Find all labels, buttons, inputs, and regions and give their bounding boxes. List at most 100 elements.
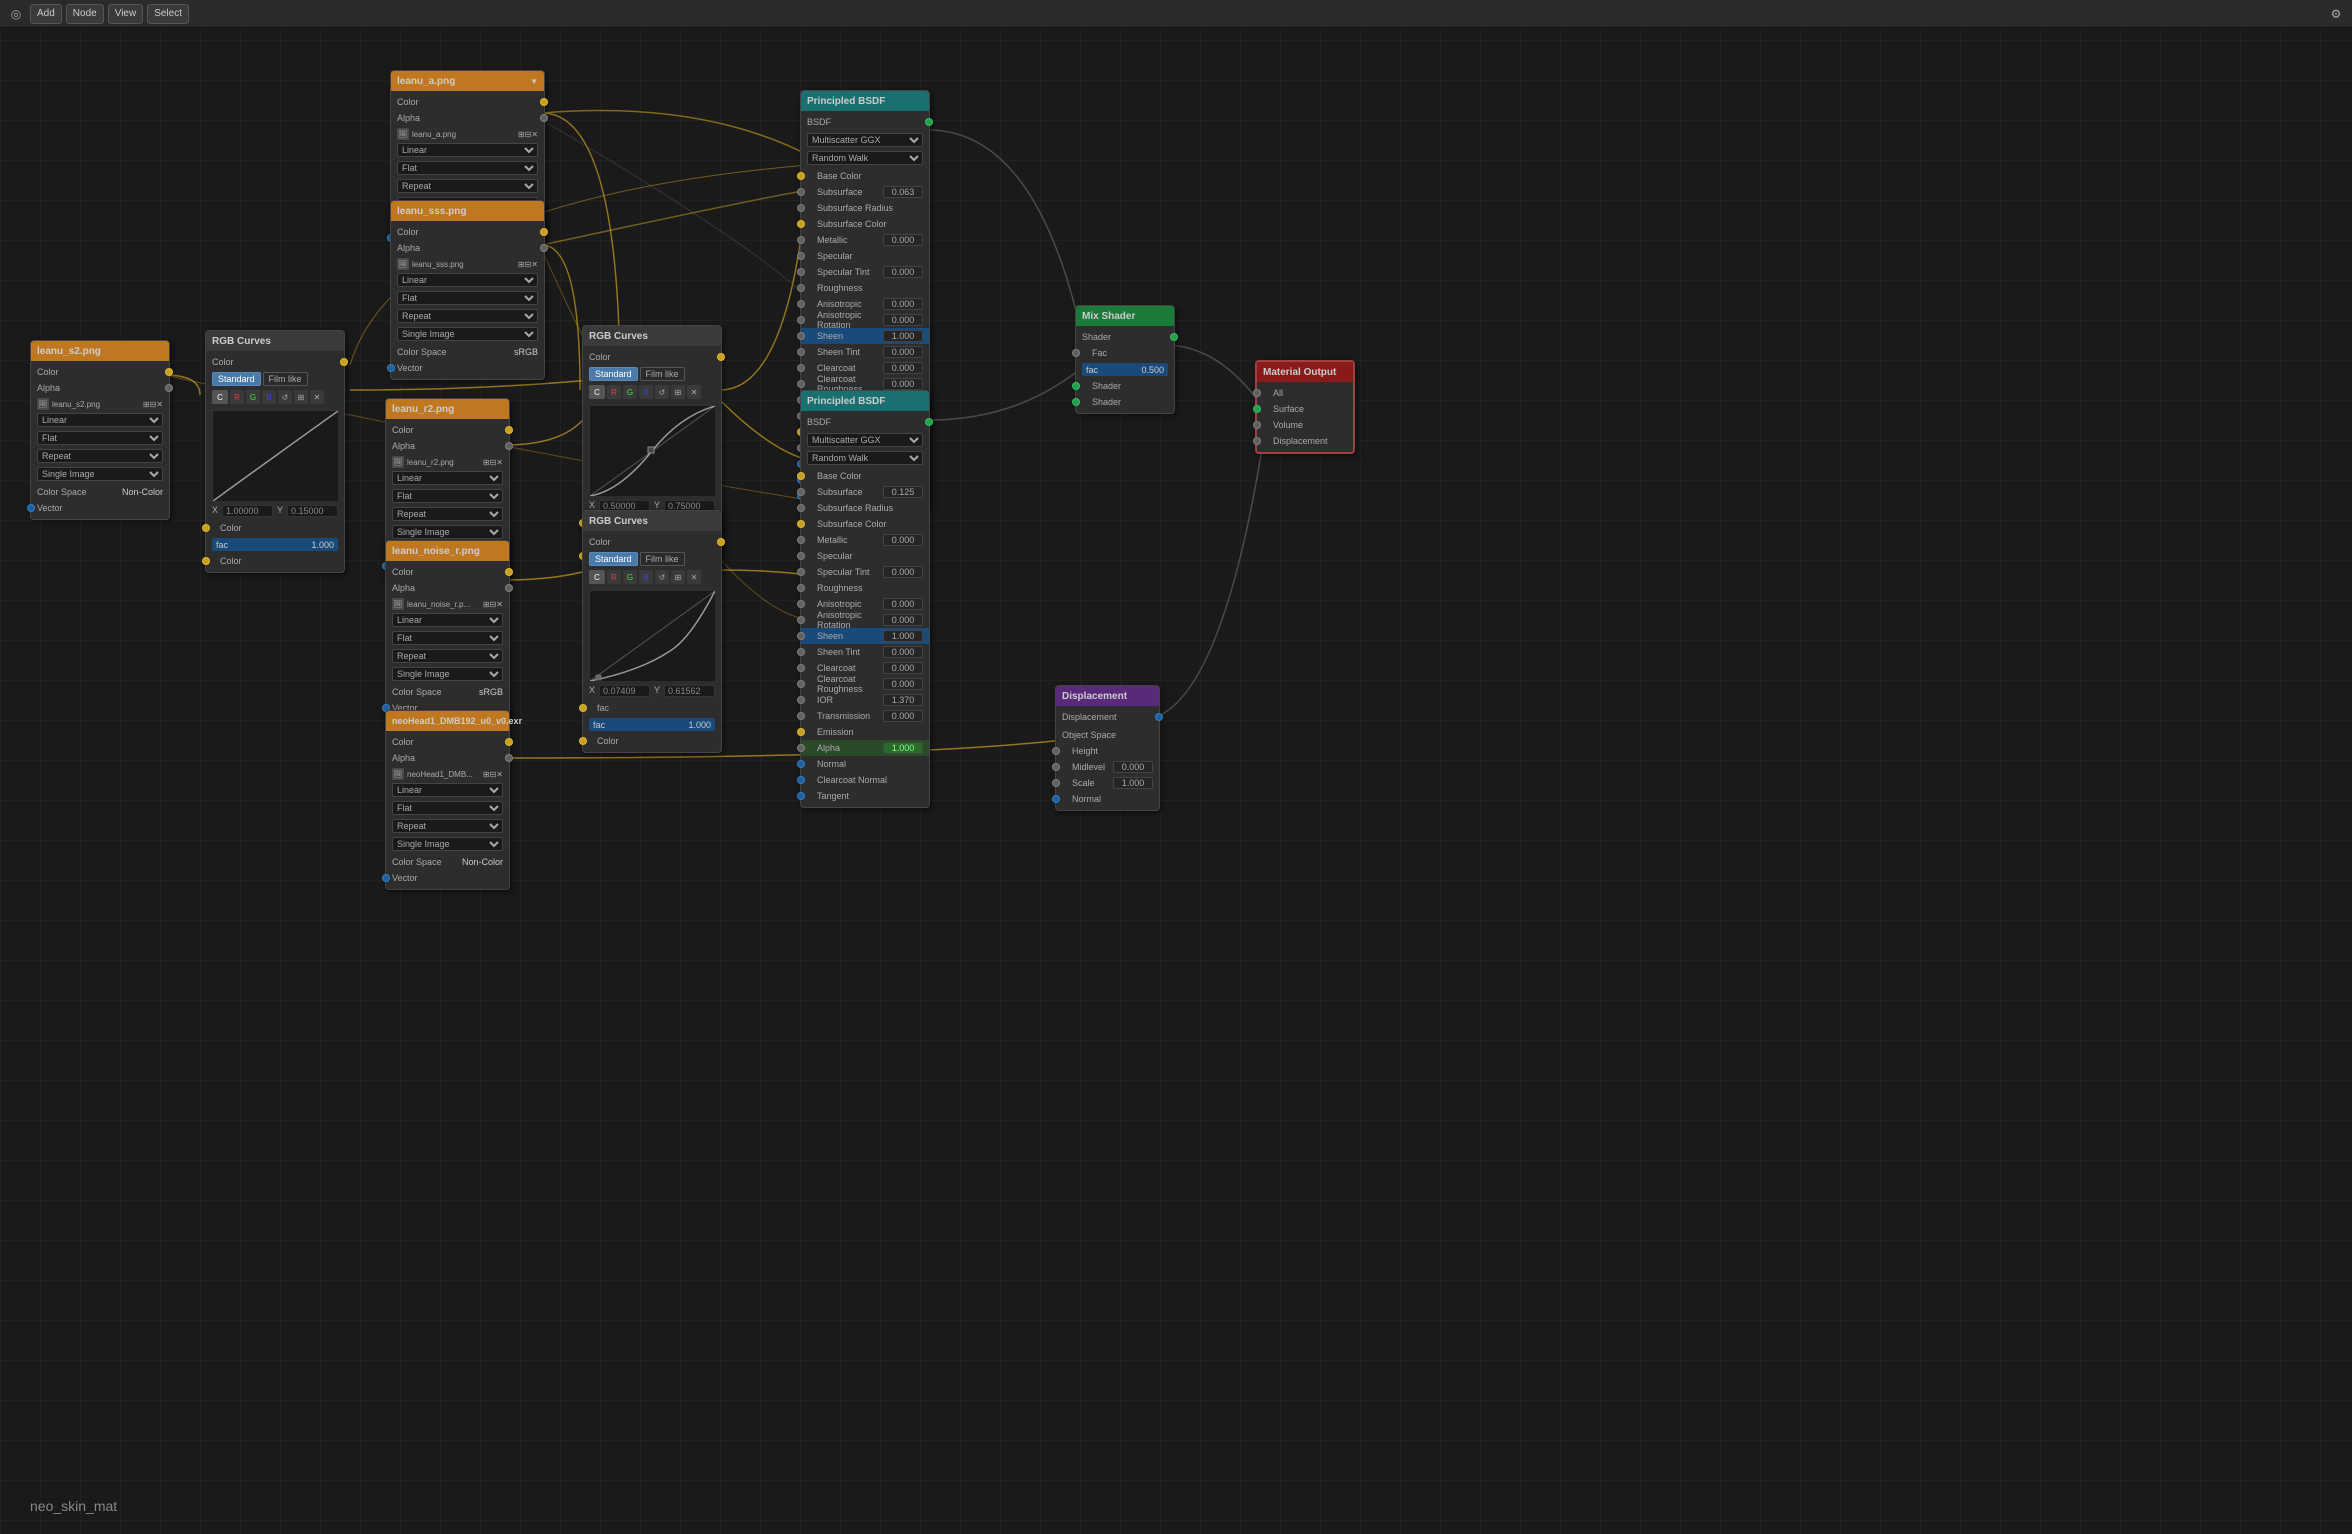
curve-tool-c[interactable]: C <box>212 390 228 404</box>
pbsdf1-spectint-val[interactable]: 0.000 <box>883 266 923 278</box>
neohead-single-image[interactable]: Single Image <box>392 837 503 851</box>
curve3-tool-g[interactable]: G <box>623 570 637 584</box>
pbsdf1-subsurface-method[interactable]: Random Walk <box>807 151 923 165</box>
socket-pbsdf1-specular[interactable] <box>797 252 805 260</box>
node-rgb-curves-1[interactable]: RGB Curves Color Standard Film like C R … <box>205 330 345 573</box>
curve-tool-g[interactable]: G <box>246 390 260 404</box>
node-displacement[interactable]: Displacement Displacement Object Space H… <box>1055 685 1160 811</box>
s2-repeat[interactable]: Repeat <box>37 449 163 463</box>
curve2-tool-x[interactable]: ✕ <box>687 385 701 399</box>
socket-neohead-color[interactable] <box>505 738 513 746</box>
r2-linear[interactable]: Linear <box>392 471 503 485</box>
curve-tool-reset[interactable]: ↺ <box>278 390 292 404</box>
socket-neohead-vector[interactable] <box>382 874 390 882</box>
curve2-tool-b[interactable]: B <box>639 385 653 399</box>
noise-flat[interactable]: Flat <box>392 631 503 645</box>
sss-single-image[interactable]: Single Image <box>397 327 538 341</box>
socket-noise-color[interactable] <box>505 568 513 576</box>
curve3-tool-r[interactable]: R <box>607 570 621 584</box>
curve2-tool-reset[interactable]: ↺ <box>655 385 669 399</box>
tab-standard-2[interactable]: Standard <box>589 367 638 381</box>
socket-noise-alpha[interactable] <box>505 584 513 592</box>
socket-r2-alpha[interactable] <box>505 442 513 450</box>
socket-pbsdf1-metallic[interactable] <box>797 236 805 244</box>
socket-s2-vector[interactable] <box>27 504 35 512</box>
toolbar-btn-add[interactable]: Add <box>30 4 62 24</box>
toolbar-btn-view[interactable]: View <box>108 4 144 24</box>
socket-s2-color[interactable] <box>165 368 173 376</box>
r2-single-image[interactable]: Single Image <box>392 525 503 539</box>
socket-disp-out[interactable] <box>1155 713 1163 721</box>
node-mix-shader[interactable]: Mix Shader Shader Fac fac 0.500 Shader S… <box>1075 305 1175 414</box>
s2-single-image[interactable]: Single Image <box>37 467 163 481</box>
curve-tool-x[interactable]: ✕ <box>310 390 324 404</box>
socket-rgb1-color-in2[interactable] <box>202 557 210 565</box>
curve2-tool-r[interactable]: R <box>607 385 621 399</box>
socket-pbsdf1-specular-tint[interactable] <box>797 268 805 276</box>
socket-mix-out[interactable] <box>1170 333 1178 341</box>
socket-rgb3-color-in[interactable] <box>579 737 587 745</box>
s2-linear[interactable]: Linear <box>37 413 163 427</box>
socket-neohead-alpha[interactable] <box>505 754 513 762</box>
r2-repeat[interactable]: Repeat <box>392 507 503 521</box>
socket-pbsdf2-out[interactable] <box>925 418 933 426</box>
pbsdf1-distribution[interactable]: Multiscatter GGX <box>807 133 923 147</box>
socket-rgb1-color-in[interactable] <box>202 524 210 532</box>
socket-pbsdf1-subsurface-radius[interactable] <box>797 204 805 212</box>
sss-flat[interactable]: Flat <box>397 291 538 305</box>
curve3-tool-b[interactable]: B <box>639 570 653 584</box>
node-leanu-noise[interactable]: leanu_noise_r.png Color Alpha 🖼 leanu_no… <box>385 540 510 720</box>
socket-sss-vector[interactable] <box>387 364 395 372</box>
curve2-tool-g[interactable]: G <box>623 385 637 399</box>
pbsdf1-metallic-val[interactable]: 0.000 <box>883 234 923 246</box>
socket-pbsdf1-anisotropic[interactable] <box>797 300 805 308</box>
curve2-tool-extra[interactable]: ⊞ <box>671 385 685 399</box>
curve3-tool-reset[interactable]: ↺ <box>655 570 669 584</box>
socket-rgb3-color-out[interactable] <box>717 538 725 546</box>
socket-r2-color[interactable] <box>505 426 513 434</box>
toolbar-btn-node[interactable]: Node <box>66 4 104 24</box>
toolbar-btn-select[interactable]: Select <box>147 4 189 24</box>
repeat-select[interactable]: Repeat <box>397 179 538 193</box>
curve-tool-r[interactable]: R <box>230 390 244 404</box>
neohead-repeat[interactable]: Repeat <box>392 819 503 833</box>
tab-standard-1[interactable]: Standard <box>212 372 261 386</box>
settings-icon[interactable]: ⚙ <box>2326 4 2346 24</box>
node-material-output[interactable]: Material Output All Surface Volume Displ… <box>1255 360 1355 454</box>
noise-single-image[interactable]: Single Image <box>392 667 503 681</box>
node-principled-bsdf-2[interactable]: Principled BSDF BSDF Multiscatter GGX Ra… <box>800 390 930 808</box>
sss-linear[interactable]: Linear <box>397 273 538 287</box>
y-coord-3[interactable]: 0.61562 <box>664 685 715 697</box>
socket-color-out[interactable] <box>540 98 548 106</box>
socket-pbsdf1-roughness[interactable] <box>797 284 805 292</box>
node-rgb-curves-3[interactable]: RGB Curves Color Standard Film like C R … <box>582 510 722 753</box>
neohead-flat[interactable]: Flat <box>392 801 503 815</box>
sss-repeat[interactable]: Repeat <box>397 309 538 323</box>
socket-s2-alpha[interactable] <box>165 384 173 392</box>
noise-repeat[interactable]: Repeat <box>392 649 503 663</box>
curve2-tool-c[interactable]: C <box>589 385 605 399</box>
curve-tool-extra[interactable]: ⊞ <box>294 390 308 404</box>
r2-flat[interactable]: Flat <box>392 489 503 503</box>
y-coord-1[interactable]: 0.15000 <box>287 505 338 517</box>
flat-select[interactable]: Flat <box>397 161 538 175</box>
socket-rgb3-fac-in[interactable] <box>579 704 587 712</box>
tab-filmlike-1[interactable]: Film like <box>263 372 308 386</box>
pbsdf2-distribution[interactable]: Multiscatter GGX <box>807 433 923 447</box>
socket-color-out-sss[interactable] <box>540 228 548 236</box>
socket-rgb2-color-out[interactable] <box>717 353 725 361</box>
x-coord-3[interactable]: 0.07409 <box>599 685 650 697</box>
curve3-tool-c[interactable]: C <box>589 570 605 584</box>
node-leanu-sss[interactable]: leanu_sss.png Color Alpha 🖼 leanu_sss.pn… <box>390 200 545 380</box>
tab-standard-3[interactable]: Standard <box>589 552 638 566</box>
socket-pbsdf1-subsurface[interactable] <box>797 188 805 196</box>
linear-select[interactable]: Linear <box>397 143 538 157</box>
curve3-tool-extra[interactable]: ⊞ <box>671 570 685 584</box>
socket-rgb1-color-out[interactable] <box>340 358 348 366</box>
curve3-tool-x[interactable]: ✕ <box>687 570 701 584</box>
neohead-linear[interactable]: Linear <box>392 783 503 797</box>
socket-alpha-out-sss[interactable] <box>540 244 548 252</box>
curve-tool-b[interactable]: B <box>262 390 276 404</box>
socket-alpha-out[interactable] <box>540 114 548 122</box>
node-neohead1[interactable]: neoHead1_DMB192_u0_v0.exr Color Alpha 🖼 … <box>385 710 510 890</box>
